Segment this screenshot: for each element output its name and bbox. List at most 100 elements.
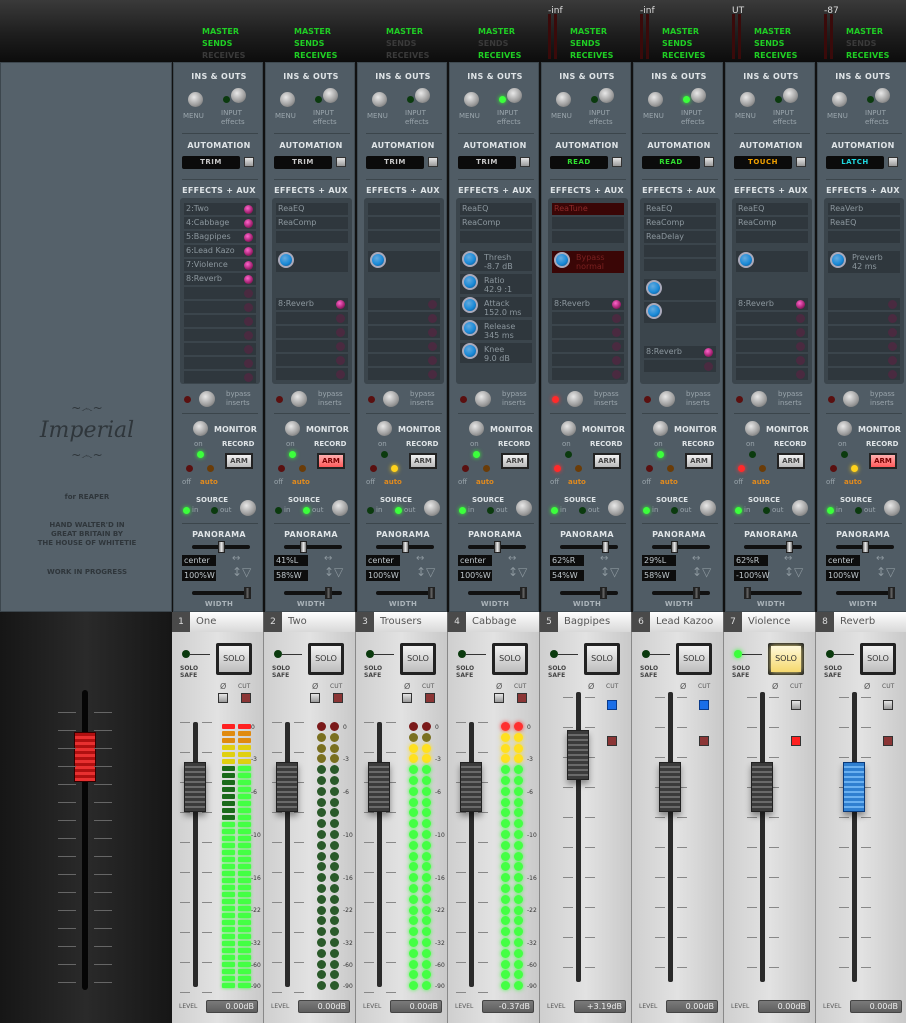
automation-mode-select[interactable]: TRIM	[182, 156, 240, 169]
volume-fader-handle[interactable]	[184, 762, 206, 812]
send-level-knob[interactable]	[796, 370, 805, 379]
send-level-knob[interactable]	[796, 342, 805, 351]
pan-slider-handle[interactable]	[862, 541, 869, 553]
width-slider-handle[interactable]	[244, 587, 251, 599]
send-level-knob[interactable]	[888, 314, 897, 323]
param-knob[interactable]	[462, 274, 478, 290]
param-knob[interactable]	[646, 280, 662, 296]
monitor-off-led[interactable]	[370, 465, 377, 472]
sends-toggle[interactable]: SENDS	[662, 38, 692, 49]
level-readout[interactable]: 0.00dB	[850, 1000, 902, 1013]
fx-param-knob-slot[interactable]	[368, 251, 440, 272]
pan-slider[interactable]	[284, 541, 342, 553]
width-slider[interactable]	[836, 587, 895, 599]
master-fader-handle[interactable]	[74, 732, 96, 782]
send-slot[interactable]	[276, 354, 348, 366]
fx-slot[interactable]: ReaComp	[276, 217, 348, 229]
send-slot[interactable]	[184, 343, 256, 355]
send-slot[interactable]	[828, 368, 900, 380]
send-level-knob[interactable]	[244, 303, 253, 312]
volume-fader-handle[interactable]	[368, 762, 390, 812]
solo-button[interactable]: SOLO	[676, 643, 712, 675]
automation-env-button[interactable]	[244, 157, 254, 167]
monitor-auto-led[interactable]	[207, 465, 214, 472]
send-slot[interactable]	[552, 326, 624, 338]
width-slider[interactable]	[744, 587, 802, 599]
monitor-button[interactable]	[745, 421, 760, 436]
track-name-tab[interactable]: 5 Bagpipes	[540, 612, 632, 632]
automation-env-button[interactable]	[888, 157, 898, 167]
monitor-button[interactable]	[837, 421, 852, 436]
send-level-knob[interactable]	[244, 359, 253, 368]
send-level-knob[interactable]	[336, 342, 345, 351]
phase-invert-button[interactable]	[791, 700, 801, 710]
level-readout[interactable]: 0.00dB	[758, 1000, 810, 1013]
pan-mode-triangle-icon[interactable]: ↕▽	[232, 565, 251, 579]
solo-safe-led[interactable]	[734, 650, 742, 658]
level-readout[interactable]: 0.00dB	[390, 1000, 442, 1013]
source-out-led[interactable]	[579, 507, 586, 514]
monitor-on-led[interactable]	[197, 451, 204, 458]
fx-slot[interactable]	[368, 203, 440, 215]
width-slider-handle[interactable]	[600, 587, 608, 599]
send-slot[interactable]: 2:Two	[184, 203, 256, 215]
send-slot[interactable]	[184, 329, 256, 341]
input-fx-button[interactable]	[415, 88, 430, 103]
monitor-auto-led[interactable]	[391, 465, 398, 472]
send-slot[interactable]	[184, 287, 256, 299]
track-name-tab[interactable]: 4 Cabbage	[448, 612, 540, 632]
width-value[interactable]: 100%W	[182, 570, 216, 581]
send-slot[interactable]	[276, 340, 348, 352]
send-slot[interactable]	[368, 326, 440, 338]
track-name-tab[interactable]: 3 Trousers	[356, 612, 448, 632]
pan-slider-handle[interactable]	[402, 541, 409, 553]
fx-slot[interactable]: ReaDelay	[644, 231, 716, 243]
fader-track[interactable]	[852, 692, 857, 982]
send-level-knob[interactable]	[796, 328, 805, 337]
send-slot[interactable]	[184, 357, 256, 369]
param-knob[interactable]	[462, 251, 478, 267]
pan-mode-arrows-icon[interactable]: ↔	[324, 553, 332, 564]
send-level-knob[interactable]	[612, 300, 621, 309]
source-out-led[interactable]	[211, 507, 218, 514]
master-send-toggle[interactable]: MASTER	[846, 26, 883, 37]
send-slot[interactable]: 8:Reverb	[552, 298, 624, 310]
source-out-led[interactable]	[671, 507, 678, 514]
send-level-knob[interactable]	[612, 314, 621, 323]
input-fx-button[interactable]	[507, 88, 522, 103]
master-send-toggle[interactable]: MASTER	[570, 26, 607, 37]
monitor-off-led[interactable]	[278, 465, 285, 472]
send-level-knob[interactable]	[428, 328, 437, 337]
fx-slot[interactable]: ReaEQ	[828, 217, 900, 229]
monitor-off-led[interactable]	[186, 465, 193, 472]
cut-button[interactable]	[607, 736, 617, 746]
pan-mode-triangle-icon[interactable]: ↕▽	[876, 565, 895, 579]
send-slot[interactable]	[276, 368, 348, 380]
bypass-inserts-button[interactable]	[475, 391, 491, 407]
volume-fader-handle[interactable]	[659, 762, 681, 812]
cut-button[interactable]	[333, 693, 343, 703]
fx-param-knob-slot[interactable]: Thresh -8.7 dB	[460, 251, 532, 271]
solo-safe-led[interactable]	[550, 650, 558, 658]
phase-invert-button[interactable]	[310, 693, 320, 703]
width-value[interactable]: 58%W	[274, 570, 308, 581]
input-fx-button[interactable]	[875, 88, 890, 103]
menu-button[interactable]	[188, 92, 203, 107]
monitor-auto-led[interactable]	[483, 465, 490, 472]
record-arm-button[interactable]: ARM	[777, 453, 805, 469]
send-slot[interactable]: 8:Reverb	[276, 298, 348, 310]
input-fx-button[interactable]	[323, 88, 338, 103]
width-value[interactable]: 100%W	[458, 570, 492, 581]
fader-track[interactable]	[760, 692, 765, 982]
send-level-knob[interactable]	[336, 370, 345, 379]
send-slot[interactable]	[368, 298, 440, 310]
send-level-knob[interactable]	[244, 233, 253, 242]
fx-param-knob-slot[interactable]: Release 345 ms	[460, 320, 532, 340]
pan-slider[interactable]	[468, 541, 526, 553]
source-in-led[interactable]	[459, 507, 466, 514]
pan-slider[interactable]	[652, 541, 710, 553]
pan-value[interactable]: 62%R	[734, 555, 768, 566]
monitor-button[interactable]	[469, 421, 484, 436]
monitor-button[interactable]	[377, 421, 392, 436]
width-value[interactable]: 100%W	[826, 570, 860, 581]
